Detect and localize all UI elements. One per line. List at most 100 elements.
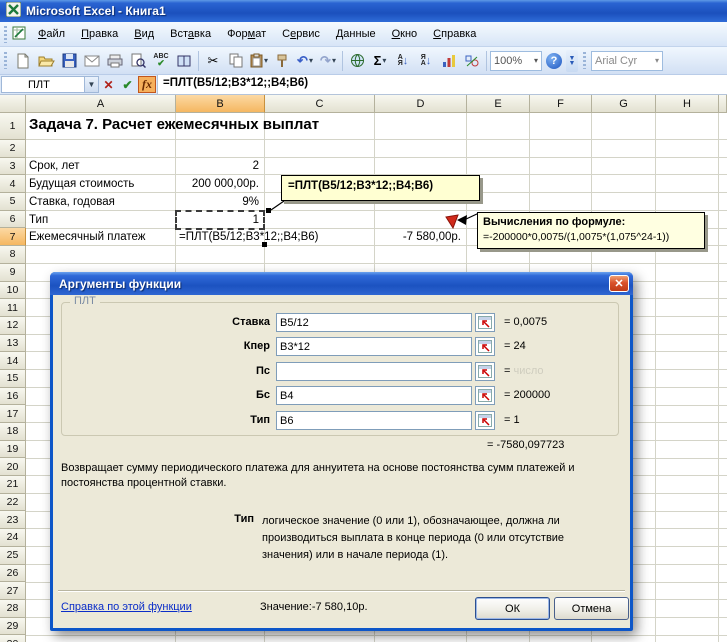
edit-cell-fill-handle[interactable] (262, 242, 267, 247)
print-preview-button[interactable] (127, 50, 149, 72)
cell-b3[interactable]: 2 (176, 157, 262, 175)
research-button[interactable] (173, 50, 195, 72)
name-box-dropdown-icon[interactable]: ▼ (84, 77, 98, 92)
chart-wizard-button[interactable] (438, 50, 460, 72)
redo-button[interactable]: ↷ ▾ (317, 50, 339, 72)
cell-a3[interactable]: Срок, лет (29, 157, 173, 175)
collapse-dialog-button[interactable] (475, 411, 495, 430)
menu-файл[interactable]: Файл (30, 24, 73, 45)
cell-d7[interactable]: -7 580,00р. (376, 228, 464, 246)
row-header-14[interactable]: 14 (0, 352, 26, 370)
row-header-26[interactable]: 26 (0, 564, 26, 583)
menu-окно[interactable]: Окно (384, 24, 426, 45)
cancel-entry-button[interactable]: ✕ (99, 75, 118, 94)
enter-entry-button[interactable]: ✔ (118, 75, 137, 94)
row-header-2[interactable]: 2 (0, 140, 26, 158)
row-header-8[interactable]: 8 (0, 246, 26, 264)
column-header-g[interactable]: G (592, 95, 656, 113)
argument-input-nper[interactable] (276, 337, 472, 356)
row-header-9[interactable]: 9 (0, 263, 26, 282)
cell-a1[interactable]: Задача 7. Расчет ежемесячных выплат (29, 116, 319, 134)
format-painter-button[interactable] (271, 50, 293, 72)
font-combo-arrow-icon[interactable]: ▾ (655, 56, 659, 65)
ok-button[interactable]: ОК (475, 597, 550, 620)
sort-desc-button[interactable]: Я А ↓ (415, 50, 437, 72)
row-header-4[interactable]: 4 (0, 175, 26, 194)
menu-данные[interactable]: Данные (328, 24, 384, 45)
row-header-25[interactable]: 25 (0, 546, 26, 565)
cell-b4[interactable]: 200 000,00р. (176, 175, 262, 193)
menu-вид[interactable]: Вид (126, 24, 162, 45)
row-header-27[interactable]: 27 (0, 582, 26, 600)
dropdown-arrow-icon[interactable]: ▾ (309, 56, 313, 65)
select-all-corner[interactable] (0, 95, 26, 113)
column-header-d[interactable]: D (375, 95, 467, 113)
formula-input[interactable]: =ПЛТ(B5/12;B3*12;;B4;B6) (157, 75, 727, 94)
cell-a6[interactable]: Тип (29, 211, 173, 229)
drawing-button[interactable] (461, 50, 483, 72)
cell-a5[interactable]: Ставка, годовая (29, 193, 173, 211)
open-button[interactable] (35, 50, 57, 72)
zoom-combo[interactable]: 100% ▾ (490, 50, 542, 71)
dropdown-arrow-icon[interactable]: ▾ (264, 56, 268, 65)
paste-button[interactable]: ▾ (248, 50, 270, 72)
row-header-22[interactable]: 22 (0, 493, 26, 512)
menu-сервис[interactable]: Сервис (274, 24, 328, 45)
column-header-h[interactable]: H (656, 95, 719, 113)
menu-вставка[interactable]: Вставка (162, 24, 219, 45)
mail-button[interactable] (81, 50, 103, 72)
sort-asc-button[interactable]: А Я ↓ (392, 50, 414, 72)
row-header-29[interactable]: 29 (0, 617, 26, 636)
menu-правка[interactable]: Правка (73, 24, 126, 45)
row-header-18[interactable]: 18 (0, 423, 26, 441)
menubar-grip[interactable] (4, 25, 7, 43)
cell-b5[interactable]: 9% (176, 193, 262, 211)
row-header-28[interactable]: 28 (0, 599, 26, 618)
argument-input-type[interactable] (276, 411, 472, 430)
argument-input-fv[interactable] (276, 386, 472, 405)
cell-b7-formula[interactable]: =ПЛТ(B5/12;B3*12;;B4;B6) (179, 228, 319, 246)
dropdown-arrow-icon[interactable]: ▾ (382, 56, 386, 65)
column-header-a[interactable]: A (26, 95, 176, 113)
row-header-5[interactable]: 5 (0, 193, 26, 211)
toolbar-grip[interactable] (4, 52, 7, 69)
argument-input-rate[interactable] (276, 313, 472, 332)
argument-input-pv[interactable] (276, 362, 472, 381)
collapse-dialog-button[interactable] (475, 386, 495, 405)
save-button[interactable] (58, 50, 80, 72)
row-header-10[interactable]: 10 (0, 281, 26, 300)
toolbar-options-button[interactable]: ▼ ▼ (566, 49, 578, 72)
row-header-16[interactable]: 16 (0, 387, 26, 406)
insert-function-button[interactable]: fx (138, 76, 156, 93)
row-header-24[interactable]: 24 (0, 529, 26, 547)
collapse-dialog-button[interactable] (475, 362, 495, 381)
new-button[interactable] (12, 50, 34, 72)
cut-button[interactable]: ✂ (202, 50, 224, 72)
cell-a7[interactable]: Ежемесячный платеж (29, 228, 173, 246)
row-header-30[interactable]: 30 (0, 635, 26, 642)
row-header-15[interactable]: 15 (0, 369, 26, 388)
menu-формат[interactable]: Формат (219, 24, 274, 45)
collapse-dialog-button[interactable] (475, 337, 495, 356)
row-header-21[interactable]: 21 (0, 476, 26, 494)
spelling-button[interactable]: ABC ✔ (150, 50, 172, 72)
row-header-3[interactable]: 3 (0, 157, 26, 176)
column-header-c[interactable]: C (265, 95, 375, 113)
undo-button[interactable]: ↶ ▾ (294, 50, 316, 72)
row-header-17[interactable]: 17 (0, 405, 26, 423)
cell-a4[interactable]: Будущая стоимость (29, 175, 173, 193)
autosum-button[interactable]: Σ ▾ (369, 50, 391, 72)
row-header-23[interactable]: 23 (0, 511, 26, 530)
font-name-combo[interactable]: Arial Cyr ▾ (591, 50, 663, 71)
dialog-titlebar[interactable]: Аргументы функции (50, 272, 633, 295)
cancel-button[interactable]: Отмена (554, 597, 629, 620)
column-header-f[interactable]: F (530, 95, 592, 113)
collapse-dialog-button[interactable] (475, 313, 495, 332)
row-header-11[interactable]: 11 (0, 299, 26, 317)
row-header-13[interactable]: 13 (0, 334, 26, 353)
row-header-12[interactable]: 12 (0, 316, 26, 335)
column-header-b[interactable]: B (176, 95, 265, 113)
formatting-toolbar-grip[interactable] (583, 52, 586, 69)
print-button[interactable] (104, 50, 126, 72)
row-header-20[interactable]: 20 (0, 458, 26, 477)
